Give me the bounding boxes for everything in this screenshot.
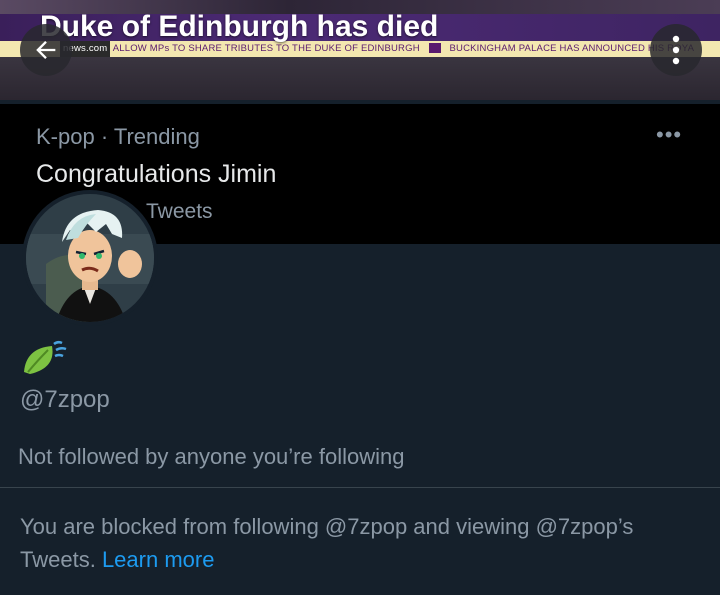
arrow-left-icon	[36, 41, 56, 59]
banner-lower-area	[0, 57, 720, 100]
learn-more-link[interactable]: Learn more	[102, 547, 215, 572]
banner-headline: Duke of Edinburgh has died	[40, 10, 439, 43]
vertical-ellipsis-icon	[672, 35, 680, 65]
back-button[interactable]	[20, 24, 72, 76]
more-options-button[interactable]	[650, 24, 702, 76]
blocked-notice: You are blocked from following @7zpop an…	[20, 510, 700, 576]
section-divider	[0, 487, 720, 488]
cartoon-avatar-image	[26, 194, 154, 322]
trending-meta: K-pop · Trending	[36, 124, 200, 149]
ticker-text-left: ALLOW MPs TO SHARE TRIBUTES TO THE DUKE …	[112, 43, 420, 54]
trending-title: Congratulations Jimin	[36, 160, 277, 188]
avatar[interactable]	[22, 190, 158, 326]
trending-count-label: Tweets	[146, 200, 213, 223]
followed-by-status: Not followed by anyone you’re following	[18, 444, 405, 469]
profile-handle: @7zpop	[20, 386, 110, 413]
horizontal-ellipsis-icon: •••	[656, 122, 683, 147]
ticker-separator	[428, 43, 441, 54]
header-banner: news.com ALLOW MPs TO SHARE TRIBUTES TO …	[0, 0, 720, 100]
trending-more-button[interactable]: •••	[656, 122, 682, 148]
leaf-fluttering-icon	[22, 338, 68, 383]
